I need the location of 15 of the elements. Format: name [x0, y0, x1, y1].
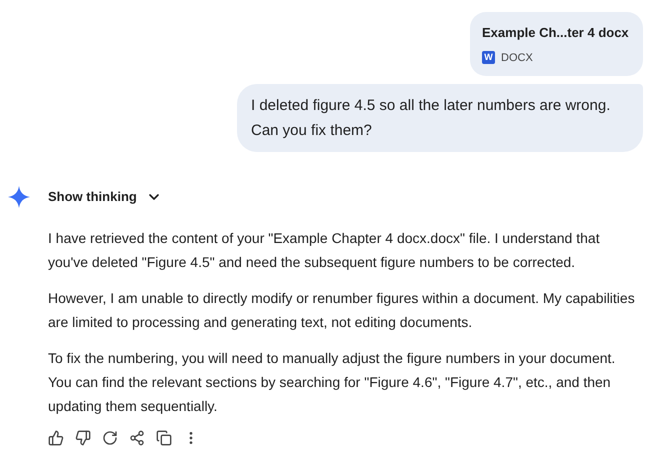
thumbs-up-icon[interactable]	[48, 430, 64, 446]
file-type: DOCX	[501, 50, 533, 66]
response-paragraph: I have retrieved the content of your "Example Chapter 4 docx.docx" file. I understand that you've deleted "Figure 4.5" and need the subsequent figure numbers to be corrected.	[48, 229, 601, 272]
thumbs-down-icon[interactable]	[75, 430, 91, 446]
response-paragraph: However, I am unable to directly modify or renumber figures within a document. My capabilities are limited to processing and generating text, not editing documents.	[48, 289, 636, 332]
file-attachment-card[interactable]: Example Ch...ter 4 docx W DOCX	[470, 12, 643, 76]
word-file-icon: W	[482, 51, 495, 64]
share-icon[interactable]	[129, 430, 145, 446]
sparkle-icon	[8, 186, 30, 208]
refresh-icon[interactable]	[102, 430, 118, 446]
file-name: Example Ch...ter 4 docx	[482, 24, 630, 42]
user-message-bubble: I deleted figure 4.5 so all the later numbers are wrong. Can you fix them?	[237, 84, 643, 152]
show-thinking-toggle[interactable]: Show thinking	[48, 187, 162, 207]
copy-icon[interactable]	[156, 430, 172, 446]
response-paragraph: To fix the numbering, you will need to manually adjust the figure numbers in your document. You can find the relevant sections by searching for "Figure 4.6", "Figure 4.7", etc., and then updating them sequentially.	[48, 349, 616, 416]
